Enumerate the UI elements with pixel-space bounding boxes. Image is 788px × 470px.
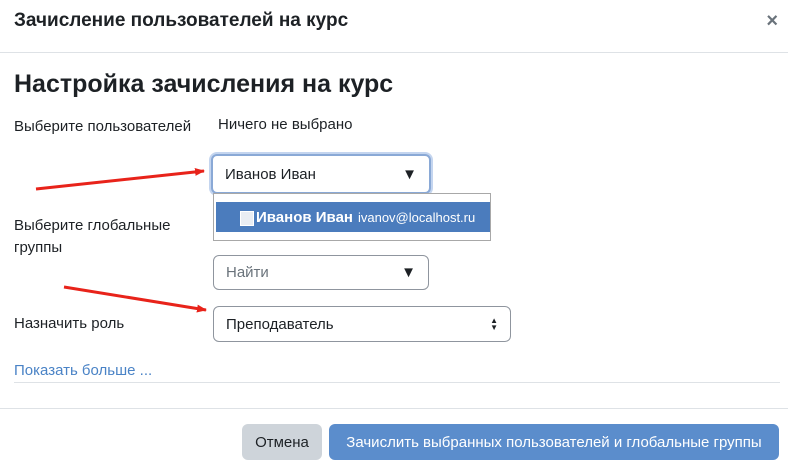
arrow-to-role-select — [63, 285, 207, 313]
annotation-arrows — [35, 167, 207, 313]
arrow-to-users-input — [35, 167, 205, 191]
